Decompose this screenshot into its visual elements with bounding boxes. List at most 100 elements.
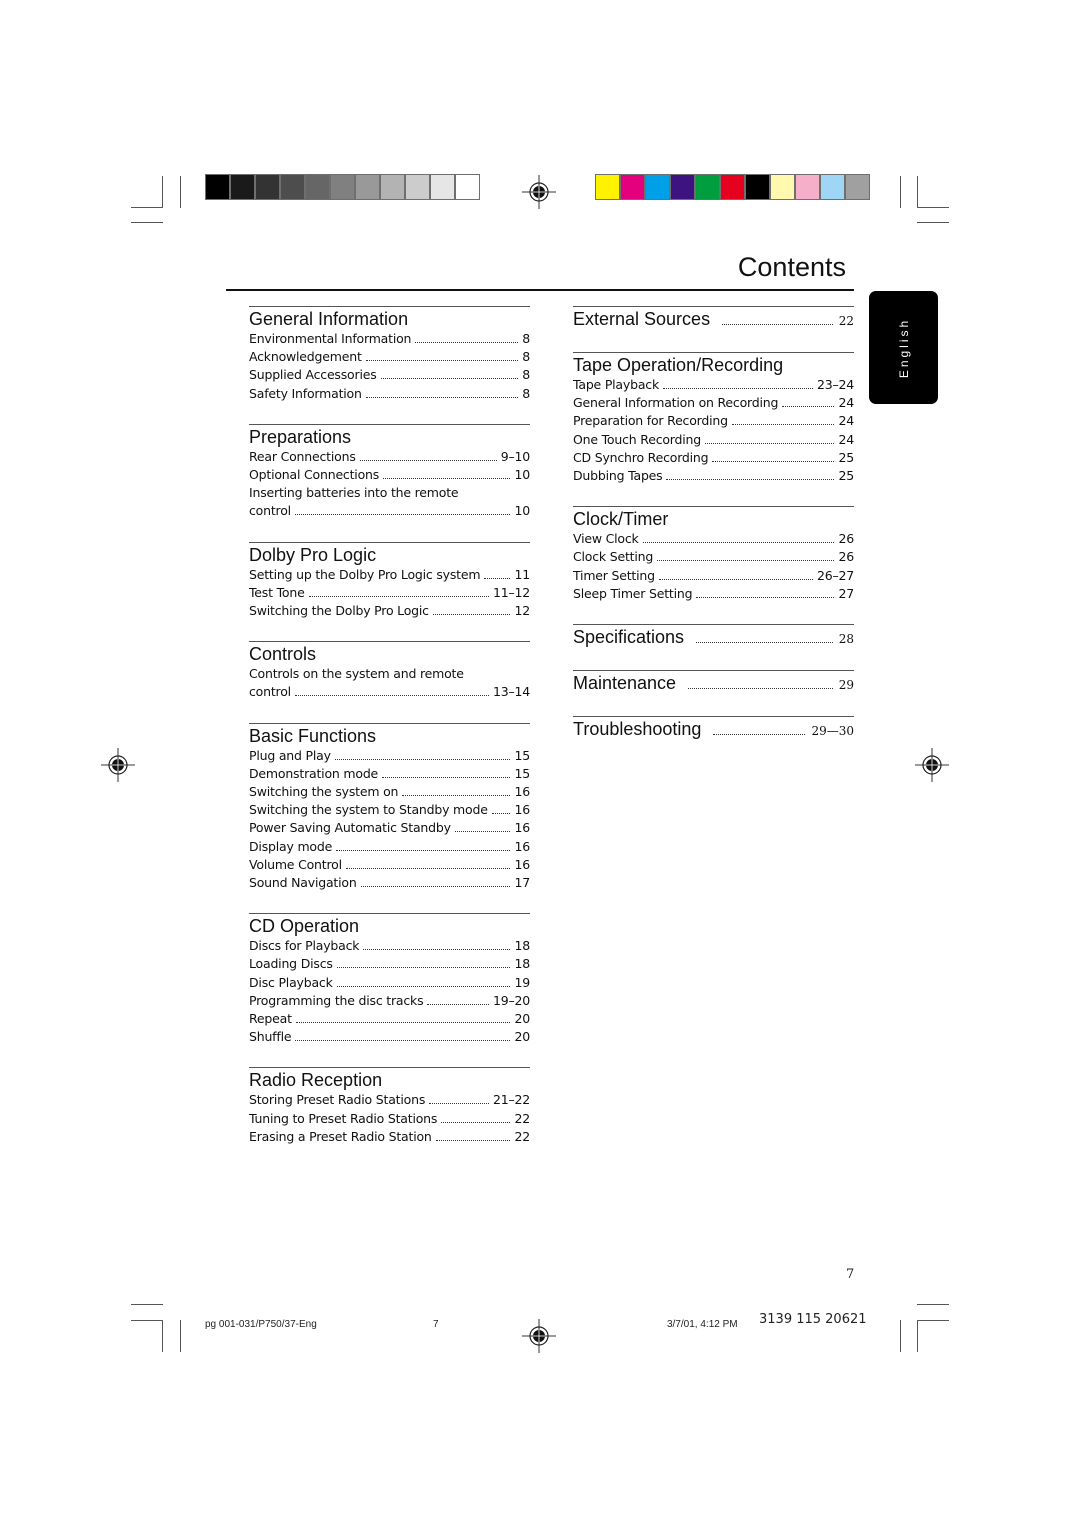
entry-label: Timer Setting bbox=[573, 567, 655, 583]
entry-label: Discs for Playback bbox=[249, 938, 360, 954]
page-title: Contents bbox=[737, 252, 846, 282]
color-swatch bbox=[256, 175, 279, 199]
entry-page-number: 16 bbox=[514, 784, 530, 800]
entry-page-number: 16 bbox=[514, 838, 530, 854]
entry-page-number: 13–14 bbox=[492, 684, 530, 700]
section-heading-label: General Information bbox=[249, 309, 409, 329]
language-tab-label: English bbox=[896, 317, 911, 378]
section-page-number: 29—30 bbox=[811, 724, 854, 739]
entry-page-number: 25 bbox=[838, 468, 854, 484]
toc-entry: Dubbing Tapes 25 bbox=[573, 467, 854, 485]
toc-section: Basic Functions Plug and Play 15 Demonstrat… bbox=[249, 722, 530, 893]
entry-label: Loading Discs bbox=[249, 956, 333, 972]
entry-page-number: 24 bbox=[838, 413, 854, 429]
toc-entry: Timer Setting 26–27 bbox=[573, 567, 854, 585]
entry-label: Safety Information bbox=[249, 385, 362, 401]
color-swatch bbox=[746, 175, 769, 199]
entry-page-number: 26 bbox=[838, 531, 854, 547]
dot-leader bbox=[435, 1139, 511, 1141]
section-heading-label: Clock/Timer bbox=[573, 509, 669, 530]
toc-section: Dolby Pro Logic Setting up the Dolby Pro … bbox=[249, 541, 530, 621]
entry-label: Sleep Timer Setting bbox=[573, 585, 693, 601]
entry-page-number: 8 bbox=[522, 349, 530, 365]
entry-page-number: 15 bbox=[514, 765, 530, 781]
entry-label: control bbox=[249, 684, 291, 700]
toc-entry: Switching the system to Standby mode 16 bbox=[249, 801, 530, 819]
footer-timestamp: 3/7/01, 4:12 PM bbox=[667, 1319, 738, 1330]
entry-page-number: 8 bbox=[522, 331, 530, 346]
color-swatch bbox=[206, 175, 229, 199]
toc-entry: General Information on Recording 24 bbox=[573, 394, 854, 412]
color-swatch bbox=[356, 175, 379, 199]
entry-page-number: 11–12 bbox=[492, 584, 530, 600]
dot-leader bbox=[658, 578, 813, 580]
dot-leader bbox=[666, 479, 835, 481]
section-heading: Controls bbox=[249, 642, 530, 665]
toc-entry: Shuffle 20 bbox=[249, 1028, 530, 1046]
dot-leader bbox=[308, 595, 489, 597]
entry-page-number: 22 bbox=[514, 1110, 530, 1126]
toc-entry: Controls on the system and remote bbox=[249, 665, 530, 683]
grayscale-calibration-bar bbox=[205, 174, 480, 200]
dot-leader bbox=[713, 734, 806, 736]
section-heading: Dolby Pro Logic bbox=[249, 543, 530, 566]
registration-mark-icon bbox=[522, 175, 556, 209]
toc-entry-continued: control 10 bbox=[249, 502, 530, 520]
color-swatch bbox=[231, 175, 254, 199]
toc-entry: Tuning to Preset Radio Stations 22 bbox=[249, 1110, 530, 1128]
entry-label: Sound Navigation bbox=[249, 875, 357, 891]
dot-leader bbox=[383, 478, 511, 480]
toc-entry: Safety Information 8 bbox=[249, 385, 530, 403]
entry-label: Switching the system on bbox=[249, 784, 399, 800]
toc-entry: Switching the system on 16 bbox=[249, 783, 530, 801]
entry-label: Switching the Dolby Pro Logic bbox=[249, 603, 429, 619]
section-heading-label: Maintenance bbox=[573, 673, 677, 694]
language-tab: English bbox=[869, 291, 938, 404]
crop-mark bbox=[917, 1304, 949, 1305]
entry-label: Repeat bbox=[249, 1011, 292, 1027]
section-heading: Preparations bbox=[249, 425, 530, 448]
color-calibration-bar bbox=[595, 174, 870, 200]
section-heading-label: Basic Functions bbox=[249, 725, 377, 746]
dot-leader bbox=[336, 985, 511, 987]
entry-page-number: 17 bbox=[514, 875, 530, 891]
dot-leader bbox=[484, 577, 511, 579]
dot-leader bbox=[688, 688, 833, 690]
entry-label: Optional Connections bbox=[249, 467, 380, 483]
toc-entry: Repeat 20 bbox=[249, 1010, 530, 1028]
toc-entry: Sound Navigation 17 bbox=[249, 874, 530, 892]
entry-label: Switching the system to Standby mode bbox=[249, 802, 488, 818]
section-heading-label: Troubleshooting bbox=[573, 719, 702, 740]
toc-entry: Demonstration mode 15 bbox=[249, 765, 530, 783]
section-page-number: 22 bbox=[838, 314, 854, 328]
dot-leader bbox=[294, 695, 489, 697]
toc-section: External Sources 22 bbox=[573, 306, 854, 332]
toc-entry: Disc Playback 19 bbox=[249, 974, 530, 992]
color-swatch bbox=[306, 175, 329, 199]
toc-entry: Plug and Play 15 bbox=[249, 747, 530, 765]
section-page-number: 28 bbox=[838, 632, 854, 647]
dot-leader bbox=[365, 360, 519, 362]
dot-leader bbox=[359, 459, 497, 461]
registration-mark-icon bbox=[915, 748, 949, 782]
entry-label: Environmental Information bbox=[249, 331, 412, 346]
toc-entry: Environmental Information 8 bbox=[249, 330, 530, 348]
section-heading-label: Radio Reception bbox=[249, 1070, 383, 1091]
section-heading: Basic Functions bbox=[249, 724, 530, 747]
entry-page-number: 18 bbox=[514, 938, 530, 954]
dot-leader bbox=[696, 596, 835, 598]
entry-page-number: 23–24 bbox=[816, 377, 854, 392]
entry-label: Power Saving Automatic Standby bbox=[249, 820, 451, 836]
color-swatch bbox=[671, 175, 694, 199]
entry-label: Supplied Accessories bbox=[249, 367, 377, 383]
toc-left-column: General Information Environmental Informa… bbox=[249, 306, 530, 1146]
crop-mark bbox=[131, 207, 163, 208]
toc-section: Radio Reception Storing Preset Radio Stat… bbox=[249, 1067, 530, 1146]
registration-mark-icon bbox=[522, 1319, 556, 1353]
toc-entry: One Touch Recording 24 bbox=[573, 431, 854, 449]
section-heading-label: CD Operation bbox=[249, 916, 360, 937]
toc-section: General Information Environmental Informa… bbox=[249, 306, 530, 403]
entry-label: Demonstration mode bbox=[249, 765, 379, 781]
section-heading-label: Preparations bbox=[249, 426, 352, 447]
footer-file-name: pg 001-031/P750/37-Eng bbox=[205, 1319, 317, 1330]
